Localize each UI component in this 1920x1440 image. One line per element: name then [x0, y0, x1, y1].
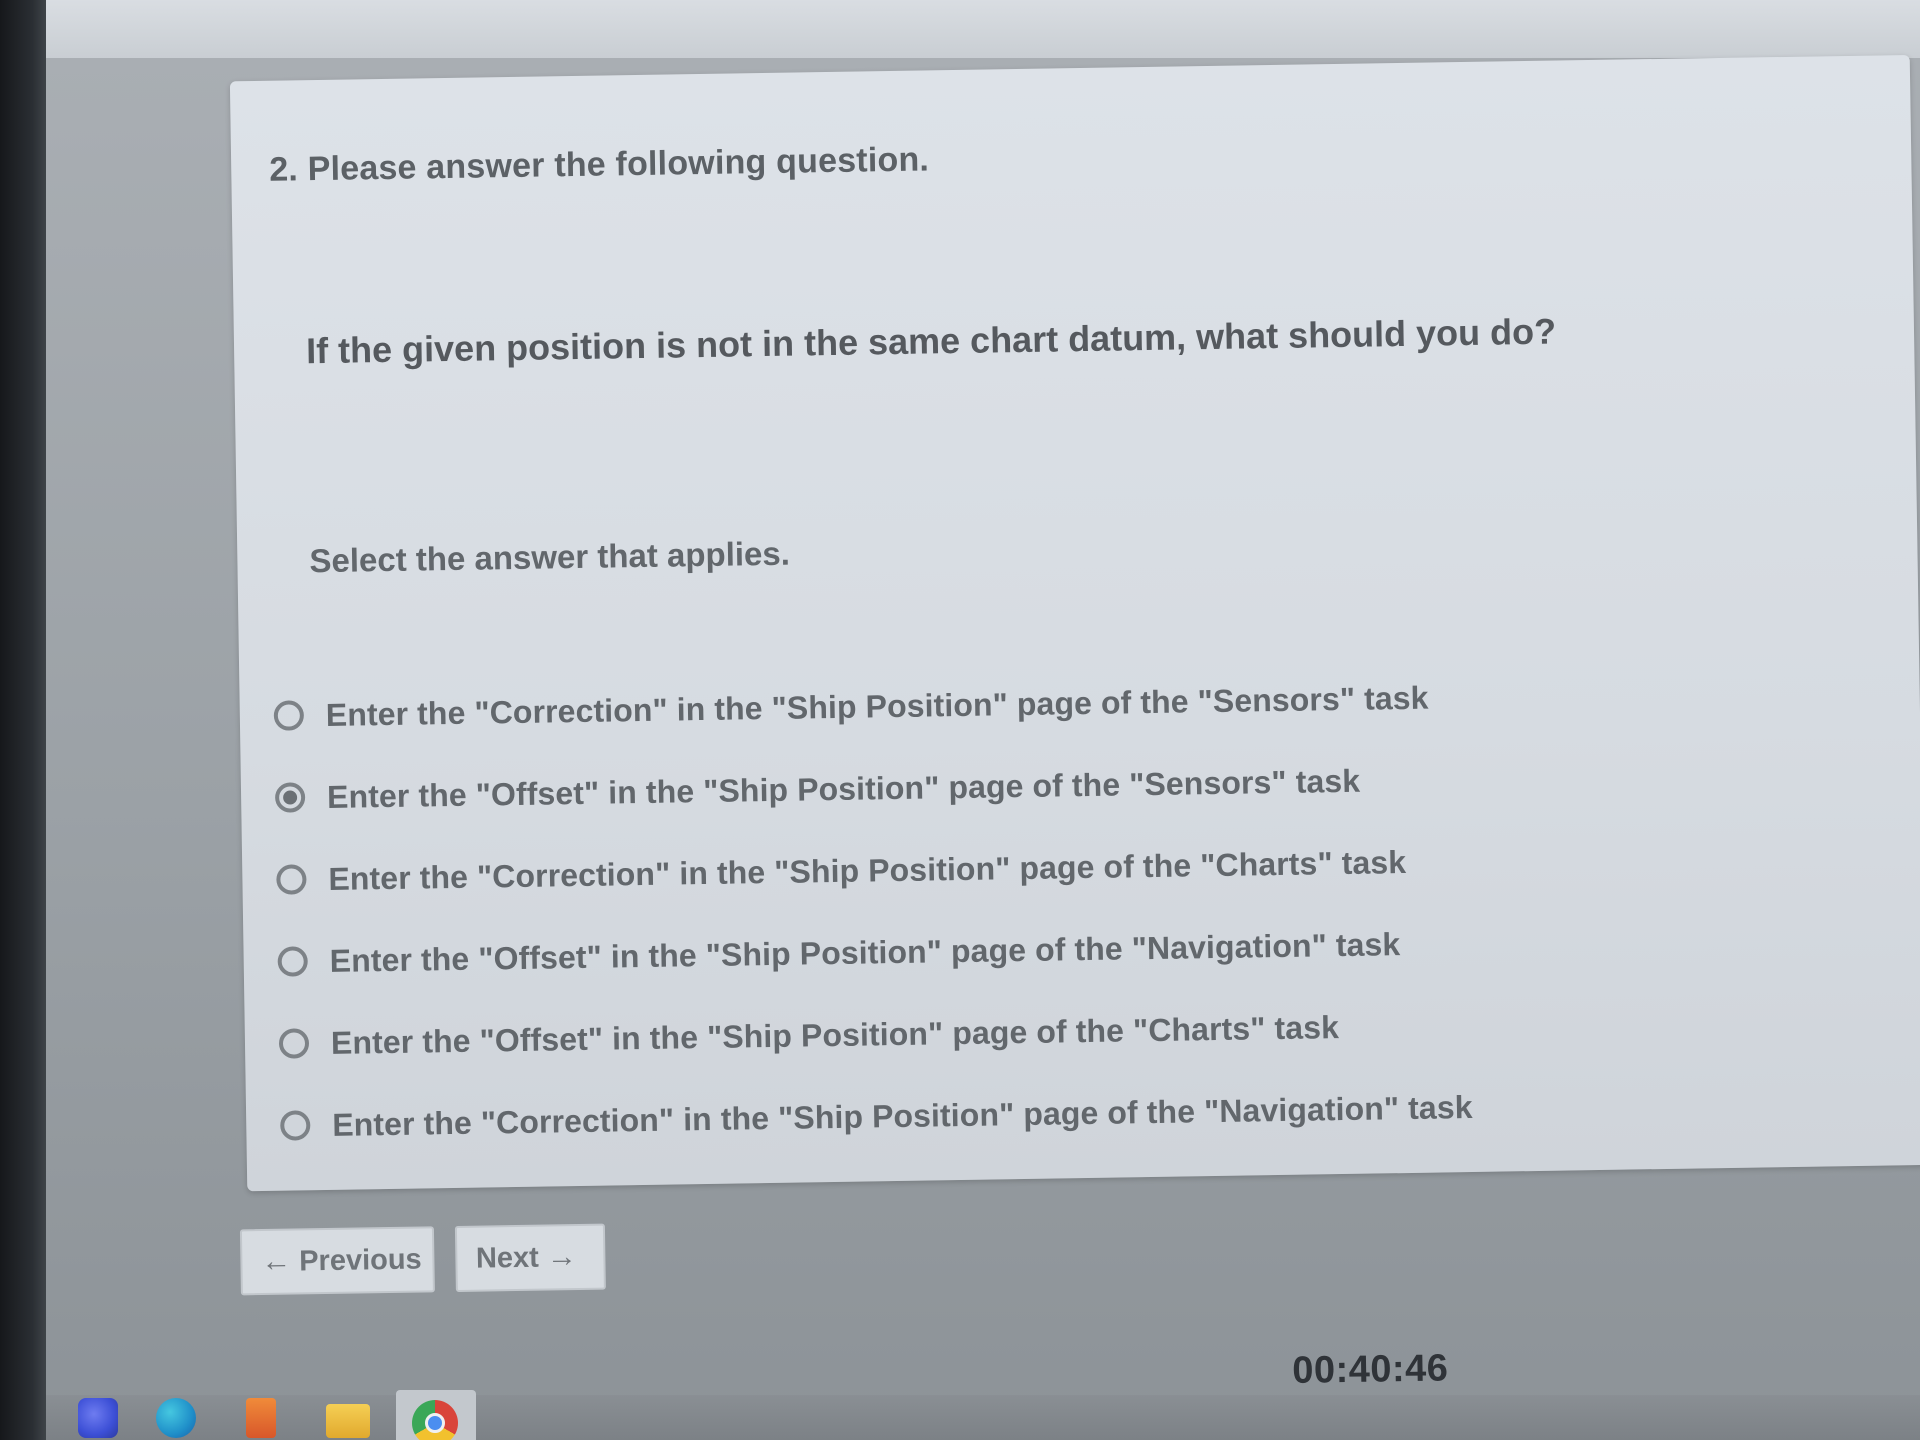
previous-button[interactable]: ← Previous — [239, 1226, 435, 1296]
answer-option-label: Enter the "Correction" in the "Ship Posi… — [328, 843, 1407, 897]
radio-button[interactable] — [278, 1028, 310, 1059]
question-title: 2. Please answer the following question. — [268, 140, 930, 189]
copilot-icon[interactable] — [78, 1398, 118, 1438]
paint-icon[interactable] — [246, 1398, 276, 1438]
answer-options: Enter the "Correction" in the "Ship Posi… — [273, 653, 1681, 1167]
radio-button[interactable] — [280, 1110, 311, 1141]
answer-option-label: Enter the "Offset" in the "Ship Position… — [330, 1008, 1340, 1061]
next-button-label: Next — [475, 1241, 540, 1275]
radio-button-selected[interactable] — [274, 782, 306, 813]
radio-button[interactable] — [277, 946, 308, 977]
answer-option-label: Enter the "Offset" in the "Ship Position… — [329, 925, 1401, 979]
question-text: If the given position is not in the same… — [305, 310, 1557, 372]
answer-option-label: Enter the "Offset" in the "Ship Position… — [326, 762, 1361, 815]
file-explorer-icon[interactable] — [326, 1404, 370, 1438]
previous-button-label: Previous — [298, 1243, 422, 1277]
radio-button[interactable] — [276, 864, 307, 895]
question-card: 2. Please answer the following question.… — [229, 55, 1920, 1192]
next-button[interactable]: Next → — [454, 1223, 606, 1292]
arrow-right-icon: → — [546, 1240, 578, 1274]
arrow-left-icon: ← — [260, 1244, 292, 1279]
chrome-icon[interactable] — [412, 1400, 458, 1440]
answer-option-label: Enter the "Correction" in the "Ship Posi… — [325, 679, 1429, 733]
edge-icon[interactable] — [156, 1398, 196, 1438]
screen: 2. Please answer the following question.… — [0, 0, 1920, 1440]
radio-button[interactable] — [273, 700, 305, 731]
instruction-text: Select the answer that applies. — [309, 534, 791, 580]
answer-option-label: Enter the "Correction" in the "Ship Posi… — [331, 1088, 1473, 1143]
countdown-timer: 00:40:46 — [1291, 1347, 1449, 1392]
